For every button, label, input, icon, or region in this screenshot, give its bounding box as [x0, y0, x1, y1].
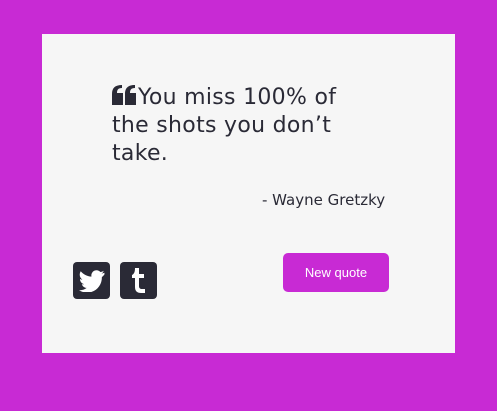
quote-author: - Wayne Gretzky [262, 191, 386, 209]
tumblr-button[interactable] [120, 262, 157, 299]
new-quote-button[interactable]: New quote [283, 253, 389, 292]
tweet-button[interactable] [73, 262, 110, 299]
quote-left-icon [112, 85, 137, 105]
quote-text: You miss 100% of the shots you don’t tak… [112, 85, 337, 166]
tumblr-icon [131, 267, 145, 293]
quote-card: You miss 100% of the shots you don’t tak… [42, 34, 455, 353]
twitter-icon [78, 269, 104, 292]
quote-block: You miss 100% of the shots you don’t tak… [112, 84, 362, 168]
